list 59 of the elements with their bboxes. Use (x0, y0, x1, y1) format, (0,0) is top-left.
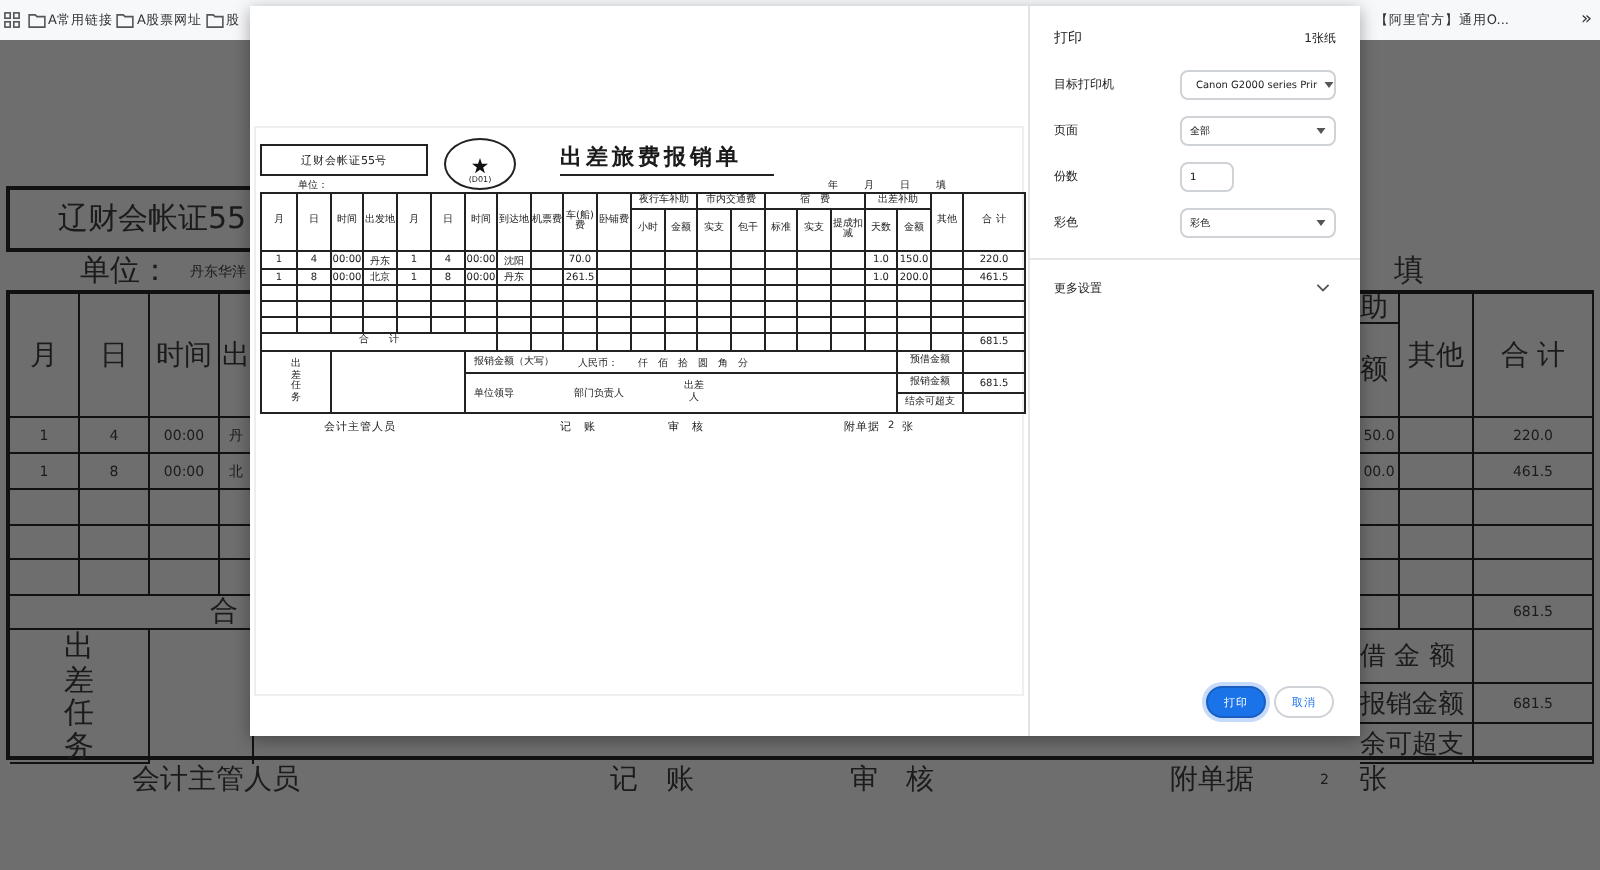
column-header: 合 计 (1474, 294, 1594, 418)
folder-icon (205, 13, 224, 27)
column-header: 时间 (150, 294, 220, 418)
table-cell (1400, 490, 1474, 526)
column-header: 月 (10, 294, 80, 418)
star-icon (472, 158, 488, 174)
table-cell (80, 526, 150, 560)
auditor-label: 审 核 (850, 762, 934, 798)
attachments-unit: 张 (1358, 762, 1387, 798)
table-cell (698, 334, 732, 352)
caret-icon (1316, 220, 1326, 226)
caret-icon (1316, 128, 1326, 134)
table-cell (798, 252, 832, 270)
table-cell (832, 334, 866, 352)
table-cell (898, 334, 932, 352)
table-cell (666, 334, 698, 352)
table-cell (964, 352, 1026, 374)
table-cell (832, 252, 866, 270)
task-label: 出差任务 (10, 630, 150, 764)
folder-icon (28, 13, 46, 27)
table-cell (732, 252, 766, 270)
form-title: 出差旅费报销单 (560, 142, 774, 176)
chevron-icon (1316, 284, 1330, 292)
table-cell (732, 334, 766, 352)
table-cell (532, 252, 564, 270)
fill-label: 填 (1394, 250, 1426, 290)
table-cell (666, 252, 698, 270)
summary-label: 余可超支 (1360, 724, 1474, 764)
overflow-button[interactable]: » (1580, 10, 1592, 30)
table-cell (1400, 560, 1474, 596)
table-cell (766, 334, 798, 352)
table-cell (1400, 454, 1474, 490)
bookkeeper-label: 记 账 (610, 762, 694, 798)
table-cell (80, 490, 150, 526)
table-cell (964, 394, 1026, 414)
table-cell (932, 334, 964, 352)
table-cell (1400, 526, 1474, 560)
column-header: 其他 (1400, 294, 1474, 418)
table-cell (632, 252, 666, 270)
attachments-label: 附单据 (1170, 762, 1254, 798)
table-cell (698, 252, 732, 270)
table-cell (498, 334, 532, 352)
table-cell (1400, 596, 1474, 630)
folder-icon (116, 13, 135, 27)
unit-label: 单位： (80, 252, 170, 290)
caret-icon (1323, 82, 1334, 88)
table-cell (564, 334, 598, 352)
table-cell (598, 334, 632, 352)
table-cell (80, 560, 150, 596)
column-header: 日 (80, 294, 150, 418)
table-cell (798, 334, 832, 352)
apps-icon (4, 12, 20, 28)
table-cell (532, 334, 564, 352)
table-cell (1400, 418, 1474, 454)
table-cell (932, 252, 964, 270)
accountant-label: 会计主管人员 (132, 762, 300, 798)
table-cell (766, 252, 798, 270)
table-cell (598, 252, 632, 270)
table-cell (632, 334, 666, 352)
